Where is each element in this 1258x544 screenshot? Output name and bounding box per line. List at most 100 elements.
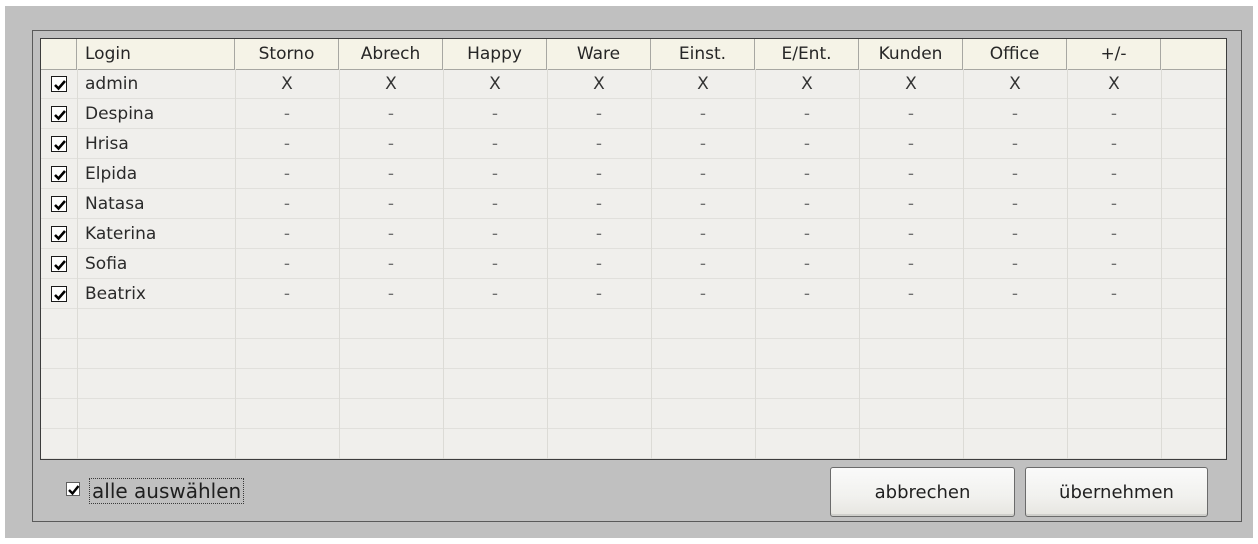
permission-cell-ware[interactable]: - [547, 189, 651, 219]
permission-cell-eent[interactable]: X [755, 69, 859, 99]
permission-cell-plusminus[interactable]: - [1067, 219, 1161, 249]
permission-cell-happy[interactable]: - [443, 249, 547, 279]
permission-cell-happy[interactable]: X [443, 69, 547, 99]
permission-cell-einst[interactable]: - [651, 189, 755, 219]
permission-cell-abrech[interactable]: - [339, 129, 443, 159]
table-row[interactable]: Elpida - - - - - - - - - [41, 159, 1226, 189]
permission-cell-einst[interactable]: - [651, 99, 755, 129]
table-row[interactable]: admin X X X X X X X X X [41, 69, 1226, 99]
header-eent[interactable]: E/Ent. [755, 39, 859, 69]
permission-cell-abrech[interactable]: - [339, 189, 443, 219]
header-office[interactable]: Office [963, 39, 1067, 69]
permission-cell-eent[interactable]: - [755, 99, 859, 129]
permission-cell-storno[interactable]: - [235, 129, 339, 159]
header-kunden[interactable]: Kunden [859, 39, 963, 69]
permission-cell-storno[interactable]: - [235, 279, 339, 309]
cancel-button[interactable]: abbrechen [830, 467, 1015, 517]
permission-cell-happy[interactable]: - [443, 129, 547, 159]
table-row[interactable]: Katerina - - - - - - - - - [41, 219, 1226, 249]
permission-cell-kunden[interactable]: - [859, 129, 963, 159]
permission-cell-einst[interactable]: X [651, 69, 755, 99]
permission-cell-eent[interactable]: - [755, 129, 859, 159]
permission-cell-ware[interactable]: - [547, 159, 651, 189]
permission-cell-office[interactable]: - [963, 279, 1067, 309]
permission-cell-einst[interactable]: - [651, 219, 755, 249]
login-cell[interactable]: Natasa [77, 189, 235, 219]
permission-cell-office[interactable]: - [963, 129, 1067, 159]
table-row[interactable]: Hrisa - - - - - - - - - [41, 129, 1226, 159]
login-cell[interactable]: Hrisa [77, 129, 235, 159]
header-plusminus[interactable]: +/- [1067, 39, 1161, 69]
permission-cell-happy[interactable]: - [443, 99, 547, 129]
permission-cell-ware[interactable]: - [547, 279, 651, 309]
permission-cell-happy[interactable]: - [443, 189, 547, 219]
login-cell[interactable]: Beatrix [77, 279, 235, 309]
permission-cell-einst[interactable]: - [651, 159, 755, 189]
permission-cell-eent[interactable]: - [755, 279, 859, 309]
permission-cell-office[interactable]: - [963, 99, 1067, 129]
permission-cell-ware[interactable]: - [547, 249, 651, 279]
permission-cell-plusminus[interactable]: - [1067, 129, 1161, 159]
row-checkbox[interactable] [51, 286, 67, 302]
permission-cell-kunden[interactable]: - [859, 159, 963, 189]
permission-cell-einst[interactable]: - [651, 129, 755, 159]
permission-cell-happy[interactable]: - [443, 159, 547, 189]
permission-cell-ware[interactable]: - [547, 99, 651, 129]
permission-cell-office[interactable]: - [963, 189, 1067, 219]
header-einst[interactable]: Einst. [651, 39, 755, 69]
header-login[interactable]: Login [77, 39, 235, 69]
permission-cell-kunden[interactable]: - [859, 189, 963, 219]
header-happy[interactable]: Happy [443, 39, 547, 69]
permission-cell-abrech[interactable]: - [339, 99, 443, 129]
header-ware[interactable]: Ware [547, 39, 651, 69]
table-row[interactable]: Beatrix - - - - - - - - - [41, 279, 1226, 309]
permission-cell-ware[interactable]: - [547, 219, 651, 249]
permission-cell-office[interactable]: - [963, 219, 1067, 249]
login-cell[interactable]: Sofia [77, 249, 235, 279]
permission-cell-storno[interactable]: - [235, 99, 339, 129]
permission-cell-plusminus[interactable]: - [1067, 249, 1161, 279]
permission-cell-kunden[interactable]: - [859, 249, 963, 279]
permission-cell-kunden[interactable]: - [859, 219, 963, 249]
select-all-checkbox[interactable] [66, 482, 80, 496]
table-row[interactable]: Natasa - - - - - - - - - [41, 189, 1226, 219]
row-checkbox[interactable] [51, 106, 67, 122]
permission-cell-kunden[interactable]: - [859, 279, 963, 309]
permission-cell-happy[interactable]: - [443, 279, 547, 309]
row-checkbox[interactable] [51, 226, 67, 242]
row-checkbox[interactable] [51, 76, 67, 92]
permission-cell-kunden[interactable]: X [859, 69, 963, 99]
permission-cell-plusminus[interactable]: X [1067, 69, 1161, 99]
permission-cell-plusminus[interactable]: - [1067, 189, 1161, 219]
header-storno[interactable]: Storno [235, 39, 339, 69]
login-cell[interactable]: Elpida [77, 159, 235, 189]
permission-cell-eent[interactable]: - [755, 219, 859, 249]
permission-cell-abrech[interactable]: - [339, 279, 443, 309]
permission-cell-eent[interactable]: - [755, 159, 859, 189]
permission-cell-eent[interactable]: - [755, 249, 859, 279]
permission-cell-storno[interactable]: - [235, 189, 339, 219]
table-row[interactable]: Sofia - - - - - - - - - [41, 249, 1226, 279]
permission-cell-office[interactable]: X [963, 69, 1067, 99]
row-checkbox[interactable] [51, 256, 67, 272]
permission-cell-ware[interactable]: - [547, 129, 651, 159]
permission-cell-storno[interactable]: - [235, 159, 339, 189]
permission-cell-storno[interactable]: - [235, 219, 339, 249]
permission-cell-office[interactable]: - [963, 249, 1067, 279]
select-all-label[interactable]: alle auswählen [89, 478, 245, 504]
row-checkbox[interactable] [51, 196, 67, 212]
login-cell[interactable]: Katerina [77, 219, 235, 249]
permission-cell-eent[interactable]: - [755, 189, 859, 219]
permission-cell-abrech[interactable]: X [339, 69, 443, 99]
permission-cell-office[interactable]: - [963, 159, 1067, 189]
permission-cell-storno[interactable]: - [235, 249, 339, 279]
header-abrech[interactable]: Abrech [339, 39, 443, 69]
row-checkbox[interactable] [51, 166, 67, 182]
permission-cell-einst[interactable]: - [651, 249, 755, 279]
permission-cell-plusminus[interactable]: - [1067, 99, 1161, 129]
permission-cell-einst[interactable]: - [651, 279, 755, 309]
permission-cell-storno[interactable]: X [235, 69, 339, 99]
permission-cell-plusminus[interactable]: - [1067, 159, 1161, 189]
row-checkbox[interactable] [51, 136, 67, 152]
login-cell[interactable]: Despina [77, 99, 235, 129]
